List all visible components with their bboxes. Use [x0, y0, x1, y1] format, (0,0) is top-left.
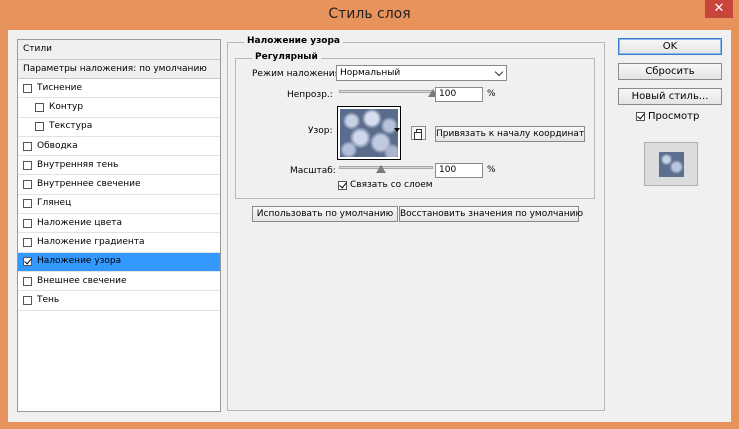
style-item[interactable]: Тень — [18, 291, 220, 311]
opacity-slider[interactable] — [339, 87, 438, 97]
layer-style-dialog: Стиль слоя ✕ Стили Параметры наложения: … — [0, 0, 739, 429]
link-with-layer-label: Связать со слоем — [350, 180, 433, 190]
style-item-label: Контур — [49, 101, 84, 112]
scale-label: Масштаб: — [290, 166, 336, 176]
style-item-checkbox[interactable] — [23, 276, 32, 286]
style-item[interactable]: Наложение цвета — [18, 214, 220, 234]
opacity-input[interactable]: 100 — [435, 87, 483, 102]
style-item-checkbox[interactable] — [23, 83, 32, 93]
style-item[interactable]: Глянец — [18, 195, 220, 215]
link-with-layer-checkbox[interactable]: Связать со слоем — [338, 180, 433, 190]
style-item[interactable]: Обводка — [18, 137, 220, 157]
scale-slider-thumb[interactable] — [376, 165, 387, 173]
style-item-checkbox[interactable] — [23, 257, 32, 267]
pattern-swatch — [340, 109, 398, 157]
title-bar[interactable]: Стиль слоя ✕ — [0, 0, 739, 28]
style-item-checkbox[interactable] — [23, 295, 32, 305]
pattern-dropdown-icon[interactable] — [394, 128, 400, 132]
dialog-body: Стили Параметры наложения: по умолчанию … — [8, 30, 731, 422]
ok-button[interactable]: OK — [618, 38, 722, 55]
new-style-button[interactable]: Новый стиль... — [618, 88, 722, 105]
preview-label: Просмотр — [648, 111, 700, 122]
blending-options-item[interactable]: Параметры наложения: по умолчанию — [18, 60, 220, 79]
style-item[interactable]: Наложение градиента — [18, 233, 220, 253]
style-item[interactable]: Наложение узора — [18, 252, 220, 272]
reset-button[interactable]: Сбросить — [618, 63, 722, 80]
style-item-checkbox[interactable] — [23, 238, 32, 248]
style-item-label: Внутренняя тень — [37, 159, 119, 170]
style-item-label: Внутреннее свечение — [37, 179, 141, 190]
style-item-label: Глянец — [37, 198, 72, 209]
window-title: Стиль слоя — [328, 6, 411, 22]
link-checkbox-box[interactable] — [338, 180, 347, 190]
style-item[interactable]: Текстура — [18, 118, 220, 137]
snap-to-origin-button[interactable]: Привязать к началу координат — [435, 126, 585, 142]
scale-input[interactable]: 100 — [435, 163, 483, 178]
preview-checkbox[interactable]: Просмотр — [636, 111, 699, 122]
style-item-checkbox[interactable] — [23, 199, 32, 209]
style-preview-thumbnail — [659, 152, 684, 177]
style-item-label: Тень — [37, 294, 60, 305]
style-item-label: Тиснение — [37, 82, 82, 93]
pattern-label: Узор: — [308, 126, 333, 136]
pattern-picker[interactable] — [337, 106, 401, 160]
style-item[interactable]: Тиснение — [18, 79, 220, 99]
opacity-percent: % — [487, 89, 496, 99]
preview-checkbox-box[interactable] — [636, 112, 645, 121]
style-item-label: Наложение цвета — [37, 217, 123, 228]
style-item[interactable]: Внутреннее свечение — [18, 175, 220, 195]
style-item-label: Внешнее свечение — [37, 275, 127, 286]
close-button[interactable]: ✕ — [705, 0, 733, 18]
style-item-label: Обводка — [37, 140, 78, 151]
style-item-label: Наложение градиента — [37, 237, 145, 248]
blend-mode-value: Нормальный — [340, 68, 401, 78]
style-preview — [644, 142, 698, 186]
style-item[interactable]: Контур — [18, 98, 220, 118]
style-item-checkbox[interactable] — [23, 141, 32, 151]
regular-group-title: Регулярный — [252, 52, 321, 62]
style-item-checkbox[interactable] — [23, 160, 32, 170]
new-preset-icon — [414, 129, 422, 140]
make-default-button[interactable]: Использовать по умолчанию — [252, 206, 398, 222]
style-item[interactable]: Внутренняя тень — [18, 156, 220, 176]
style-item-label: Текстура — [49, 121, 93, 132]
pattern-overlay-title: Наложение узора — [244, 36, 343, 46]
style-item-checkbox[interactable] — [35, 102, 44, 112]
style-item-checkbox[interactable] — [23, 180, 32, 190]
scale-percent: % — [487, 165, 496, 175]
blend-mode-select[interactable]: Нормальный — [336, 65, 507, 81]
chevron-down-icon — [494, 67, 504, 77]
styles-header[interactable]: Стили — [18, 40, 220, 60]
scale-slider[interactable] — [339, 163, 433, 173]
style-item-checkbox[interactable] — [23, 218, 32, 228]
opacity-label: Непрозр.: — [287, 90, 333, 100]
style-item[interactable]: Внешнее свечение — [18, 272, 220, 292]
style-item-checkbox[interactable] — [35, 122, 44, 132]
style-items: Тиснение Контур Текстура Обводка Внутренняя … — [18, 79, 220, 311]
reset-to-default-button[interactable]: Восстановить значения по умолчанию — [399, 206, 583, 222]
styles-list: Стили Параметры наложения: по умолчанию … — [17, 39, 221, 412]
new-preset-button[interactable] — [411, 126, 426, 140]
opacity-slider-track — [339, 90, 433, 93]
blend-mode-label: Режим наложения: — [252, 69, 344, 79]
style-item-label: Наложение узора — [37, 256, 122, 267]
